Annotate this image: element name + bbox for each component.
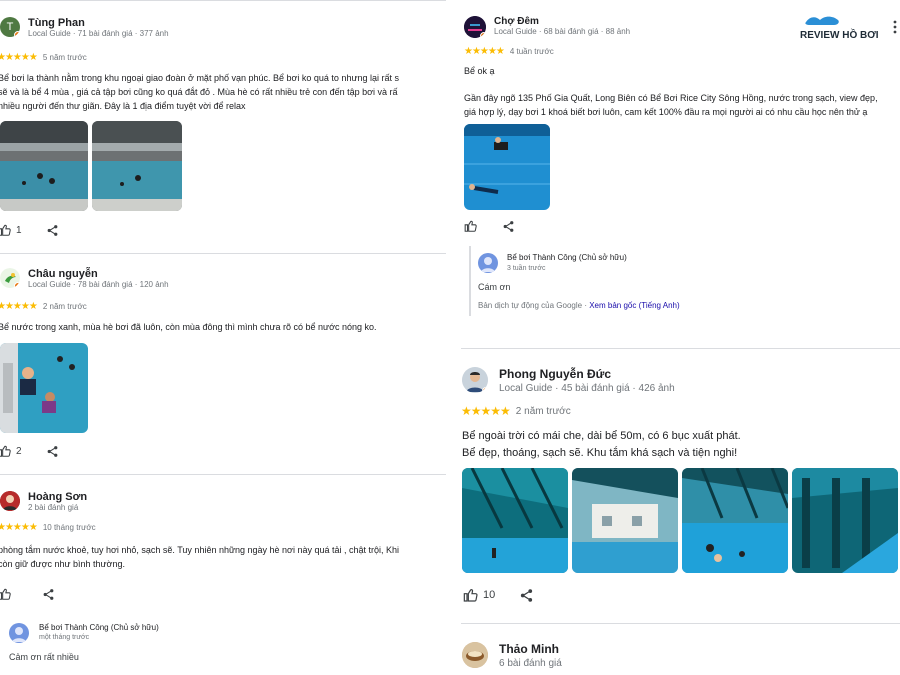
- review-photo[interactable]: [792, 468, 898, 573]
- review-text-line: Bể đẹp, thoáng, sạch sẽ. Khu tắm khá sạc…: [462, 447, 738, 459]
- reviewer-stats: 2 bài đánh giá: [28, 503, 79, 512]
- review-photo[interactable]: [462, 468, 568, 573]
- review-text-line: Bể bơi la thành nằm trong khu ngoại giao…: [0, 73, 399, 83]
- owner-reply-text: Cám ơn: [478, 282, 511, 292]
- share-icon[interactable]: [46, 224, 59, 237]
- translation-note: Bản dịch tự động của Google ·: [478, 301, 587, 310]
- pool-photo-icon: [464, 124, 550, 210]
- local-guide-badge-icon: [482, 387, 488, 393]
- review-card: T Tùng Phan Local Guide · 71 bài đánh gi…: [0, 1, 446, 251]
- owner-reply: Bể bơi Thành Công (Chủ sở hữu) một tháng…: [0, 615, 440, 675]
- owner-avatar: [9, 623, 29, 643]
- review-date: 2 năm trước: [515, 405, 571, 417]
- reviewer-stats: Local Guide · 45 bài đánh giá · 426 ảnh: [499, 383, 675, 394]
- reviewer-name[interactable]: Thảo Minh: [499, 642, 562, 656]
- review-text-line: phòng tắm nước khoẻ, tuy hơi nhỏ, sạch s…: [0, 545, 399, 555]
- review-text-line: Bể ok ạ: [464, 66, 495, 76]
- pool-photo-icon: [92, 121, 182, 211]
- local-guide-badge-icon: [14, 31, 20, 37]
- pool-photo-icon: [462, 468, 568, 573]
- star-rating: ★★★★★: [0, 301, 38, 312]
- avatar[interactable]: [0, 491, 20, 511]
- avatar-image-icon: [462, 642, 488, 668]
- right-review-pane: REVIEW HỒ BƠI Chợ Đêm Local Guide · 68 b…: [455, 0, 900, 675]
- review-text-line: nhiều người đến thư giãn. Đây là 1 địa đ…: [0, 101, 246, 111]
- avatar-image-icon: [0, 491, 20, 511]
- owner-name[interactable]: Bể bơi Thành Công (Chủ sở hữu): [507, 253, 627, 262]
- star-rating: ★★★★★: [464, 46, 505, 57]
- pool-photo-icon: [682, 468, 788, 573]
- thumbs-up-icon[interactable]: [0, 444, 12, 458]
- review-date: 2 năm trước: [42, 302, 87, 311]
- avatar[interactable]: [464, 16, 486, 38]
- reviewer-name[interactable]: Hoàng Sơn: [28, 491, 87, 503]
- reviewer-stats: Local Guide · 71 bài đánh giá · 377 ảnh: [28, 29, 169, 38]
- review-text-line: Bể nước trong xanh, mùa hè bơi đã luôn, …: [0, 322, 377, 332]
- thumbs-up-icon[interactable]: [464, 219, 478, 233]
- avatar[interactable]: T: [0, 17, 20, 37]
- reviewer-name[interactable]: Châu nguyễn: [28, 268, 169, 280]
- pool-photo-icon: [792, 468, 898, 573]
- share-icon[interactable]: [42, 588, 55, 601]
- local-guide-badge-icon: [480, 32, 486, 38]
- local-guide-badge-icon: [14, 282, 20, 288]
- star-rating: ★★★★★: [0, 52, 38, 63]
- review-card: Phong Nguyễn Đức Local Guide · 45 bài đá…: [455, 349, 900, 624]
- owner-reply-text: Cảm ơn rất nhiều: [9, 652, 79, 662]
- review-photo[interactable]: [0, 121, 88, 211]
- star-rating: ★★★★★: [461, 404, 511, 418]
- left-review-pane: T Tùng Phan Local Guide · 71 bài đánh gi…: [0, 0, 446, 675]
- pool-photo-icon: [572, 468, 678, 573]
- avatar[interactable]: [462, 367, 488, 393]
- review-date: 4 tuần trước: [509, 47, 554, 56]
- review-date: 10 tháng trước: [42, 523, 96, 532]
- review-text-line: Gần đây ngõ 135 Phố Gia Quất, Long Biên …: [464, 93, 878, 103]
- review-card: Chợ Đêm Local Guide · 68 bài đánh giá · …: [455, 0, 900, 330]
- owner-avatar: [478, 253, 498, 273]
- reviewer-name[interactable]: Chợ Đêm: [494, 16, 630, 27]
- review-text-line: giá hợp lý, dạy bơi 1 khoá biết bơi luôn…: [464, 107, 868, 117]
- review-card: Thảo Minh 6 bài đánh giá: [455, 624, 900, 675]
- star-rating: ★★★★★: [0, 522, 38, 533]
- review-date: 5 năm trước: [42, 53, 87, 62]
- review-photo[interactable]: [0, 343, 88, 433]
- review-text-line: sẽ và là bể 4 mùa , giá cả tập bơi cũng …: [0, 87, 398, 97]
- reviewer-stats: 6 bài đánh giá: [499, 658, 562, 669]
- avatar[interactable]: [462, 642, 488, 668]
- share-icon[interactable]: [502, 220, 515, 233]
- user-icon: [12, 627, 26, 642]
- like-count: 2: [16, 445, 22, 457]
- reviewer-name[interactable]: Tùng Phan: [28, 17, 169, 29]
- avatar[interactable]: [0, 268, 20, 288]
- reviewer-name[interactable]: Phong Nguyễn Đức: [499, 367, 675, 381]
- pool-photo-icon: [0, 121, 88, 211]
- review-text-line: Bể ngoài trời có mái che, dài bể 50m, có…: [462, 430, 741, 442]
- thumbs-up-icon[interactable]: [0, 587, 12, 601]
- review-card: Châu nguyễn Local Guide · 78 bài đánh gi…: [0, 254, 446, 472]
- see-original-link[interactable]: Xem bản gốc (Tiếng Anh): [589, 301, 679, 310]
- owner-reply: Bể bơi Thành Công (Chủ sở hữu) 3 tuần tr…: [469, 246, 889, 316]
- like-count: 1: [16, 224, 22, 236]
- review-text-line: còn giữ được như bình thường.: [0, 559, 125, 569]
- owner-reply-date: một tháng trước: [39, 634, 90, 641]
- owner-reply-date: 3 tuần trước: [507, 265, 546, 272]
- review-photo[interactable]: [682, 468, 788, 573]
- pool-photo-icon: [0, 343, 88, 433]
- reviewer-stats: Local Guide · 68 bài đánh giá · 88 ảnh: [494, 27, 631, 36]
- like-count: 10: [483, 589, 496, 601]
- reviewer-stats: Local Guide · 78 bài đánh giá · 120 ảnh: [28, 280, 169, 289]
- thumbs-up-icon[interactable]: [463, 587, 479, 603]
- owner-name[interactable]: Bể bơi Thành Công (Chủ sở hữu): [39, 623, 159, 632]
- review-photo[interactable]: [572, 468, 678, 573]
- share-icon[interactable]: [46, 445, 59, 458]
- review-photo[interactable]: [92, 121, 182, 211]
- thumbs-up-icon[interactable]: [0, 223, 12, 237]
- review-card: Hoàng Sơn 2 bài đánh giá ★★★★★ 10 tháng …: [0, 475, 446, 675]
- user-icon: [481, 257, 495, 272]
- share-icon[interactable]: [519, 588, 534, 603]
- review-photo[interactable]: [464, 124, 550, 210]
